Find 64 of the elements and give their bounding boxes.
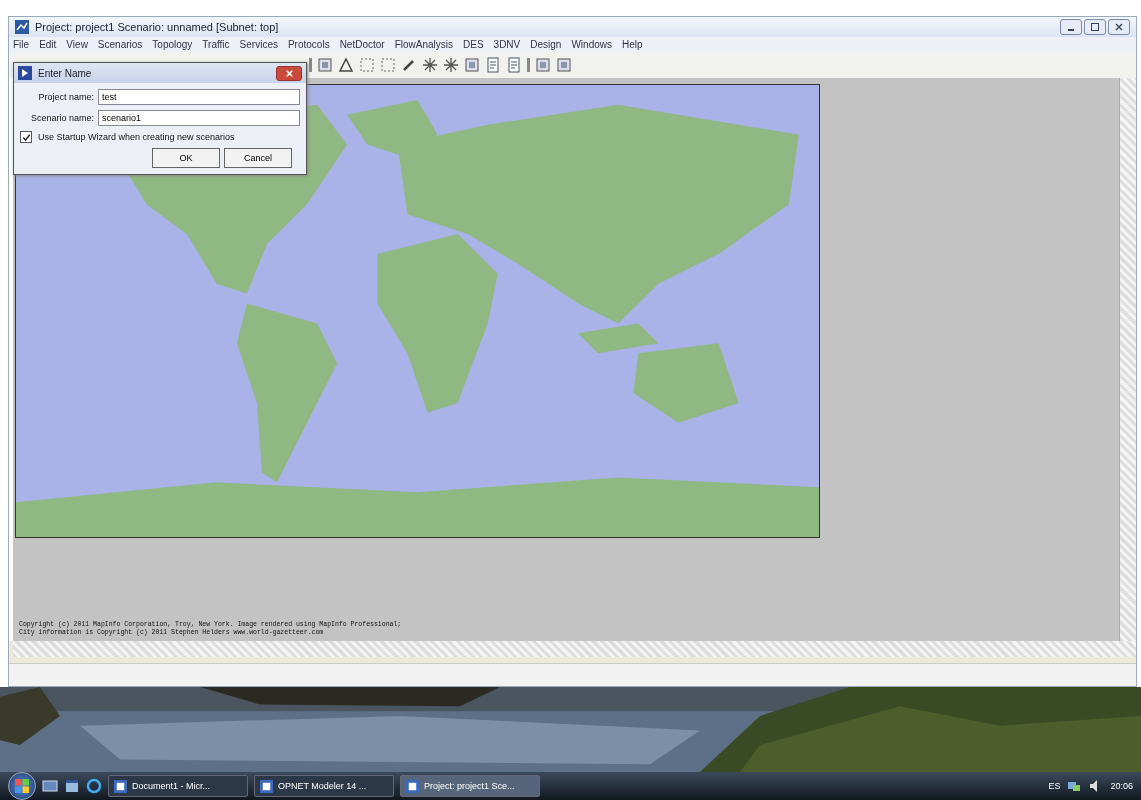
document-icon[interactable] [485, 57, 501, 73]
triangle-icon[interactable] [338, 57, 354, 73]
close-button[interactable] [276, 65, 302, 81]
menu-item[interactable]: Help [622, 39, 643, 50]
clock: 20:06 [1110, 781, 1133, 791]
menu-item[interactable]: FlowAnalysis [394, 39, 453, 50]
browser-icon[interactable] [86, 778, 102, 794]
horizontal-scrollbar[interactable] [13, 641, 1136, 657]
menu-item[interactable]: Design [530, 39, 562, 50]
square-icon[interactable] [535, 57, 551, 73]
menu-item[interactable]: Services [239, 39, 278, 50]
dialog-title: Enter Name [38, 67, 92, 79]
vertical-scrollbar[interactable] [1119, 78, 1136, 641]
taskbar-button[interactable]: OPNET Modeler 14 ... [254, 775, 394, 797]
menu-item[interactable]: View [66, 39, 88, 50]
menu-item[interactable]: File [13, 39, 30, 50]
separator-icon [527, 58, 530, 72]
menu-item[interactable]: Topology [152, 39, 193, 50]
square-icon[interactable] [556, 57, 572, 73]
menu-item[interactable]: Scenarios [97, 39, 143, 50]
start-button[interactable] [8, 772, 36, 800]
minimize-button[interactable] [1060, 19, 1082, 35]
menu-item[interactable]: NetDoctor [339, 39, 385, 50]
window-icon [114, 779, 127, 793]
app-icon [15, 20, 29, 34]
square-icon[interactable] [317, 57, 333, 73]
checkbox[interactable] [20, 131, 32, 143]
dotted-grid-icon[interactable] [359, 57, 375, 73]
desktop-icon[interactable] [42, 778, 58, 794]
taskbar-button[interactable]: Document1 - Micr... [108, 775, 248, 797]
dialog-button[interactable]: OK [152, 148, 220, 168]
language-indicator[interactable]: ES [1048, 781, 1061, 791]
menu-item[interactable]: Traffic [202, 39, 230, 50]
close-icon [284, 68, 294, 78]
square-icon[interactable] [464, 57, 480, 73]
maximize-button[interactable] [1084, 19, 1106, 35]
dotted-grid-icon[interactable] [380, 57, 396, 73]
close-button[interactable] [1108, 19, 1130, 35]
input-field[interactable]: scenario1 [98, 110, 300, 126]
close-icon [1114, 22, 1124, 32]
maximize-icon [1090, 22, 1100, 32]
separator-icon [309, 58, 312, 72]
field-label: Project name: [37, 92, 94, 102]
dialog-button[interactable]: Cancel [224, 148, 292, 168]
window-icon [260, 779, 273, 793]
menu-item[interactable]: Windows [571, 39, 612, 50]
window-title: Project: project1 Scenario: unnamed [Subnet: top] [35, 21, 279, 33]
menu-item[interactable]: Edit [39, 39, 57, 50]
star-icon[interactable] [422, 57, 438, 73]
minimize-icon [1068, 29, 1074, 31]
star-icon[interactable] [443, 57, 459, 73]
pen-icon[interactable] [401, 57, 417, 73]
checkbox-label: Use Startup Wizard when creating new scenarios [38, 132, 235, 142]
dialog-icon [18, 66, 32, 80]
windows-logo [12, 776, 32, 796]
window-icon[interactable] [64, 778, 80, 794]
menu-item[interactable]: Protocols [287, 39, 330, 50]
taskbar-button[interactable]: Project: project1 Sce... [400, 775, 540, 797]
input-field[interactable]: test [98, 89, 300, 105]
window-icon [406, 779, 419, 793]
document-icon[interactable] [506, 57, 522, 73]
menu-item[interactable]: DES [463, 39, 484, 50]
field-label: Scenario name: [29, 113, 94, 123]
menu-item[interactable]: 3DNV [493, 39, 521, 50]
